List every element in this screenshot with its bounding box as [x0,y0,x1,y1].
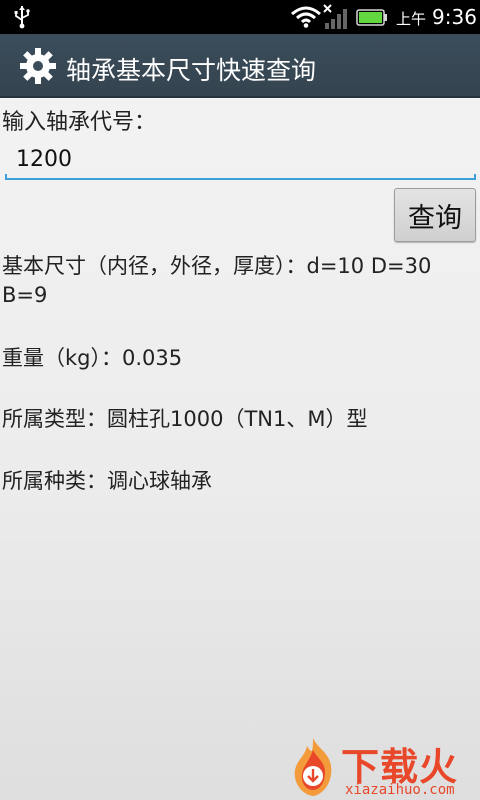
bearing-code-input[interactable] [6,140,476,178]
result-category: 所属种类：调心球轴承 [2,469,212,493]
app-title-bar: 轴承基本尺寸快速查询 [0,34,480,98]
signal-icon [323,4,347,29]
flame-icon [294,738,332,796]
input-underline [5,174,476,180]
bearing-code-label: 输入轴承代号： [2,110,157,135]
clock-time: 9:36 [432,5,477,29]
gear-icon [20,48,56,84]
status-bar: 上午 9:36 [0,0,480,34]
result-basic-size: 基本尺寸（内径，外径，厚度）：d=10 D=30 B=9 [2,254,432,307]
result-weight: 重量（kg）：0.035 [2,346,183,370]
watermark-logo: 下载火 xiazaihuo.com [283,736,480,800]
watermark-domain: xiazaihuo.com [345,782,455,798]
clock-am-pm: 上午 [396,10,427,28]
result-type: 所属类型：圆柱孔1000（TN1、M）型 [2,407,368,431]
usb-icon [14,6,30,29]
query-button[interactable]: 查询 [394,188,476,242]
battery-icon [356,9,387,26]
app-title: 轴承基本尺寸快速查询 [66,56,317,85]
wifi-icon [291,6,321,28]
